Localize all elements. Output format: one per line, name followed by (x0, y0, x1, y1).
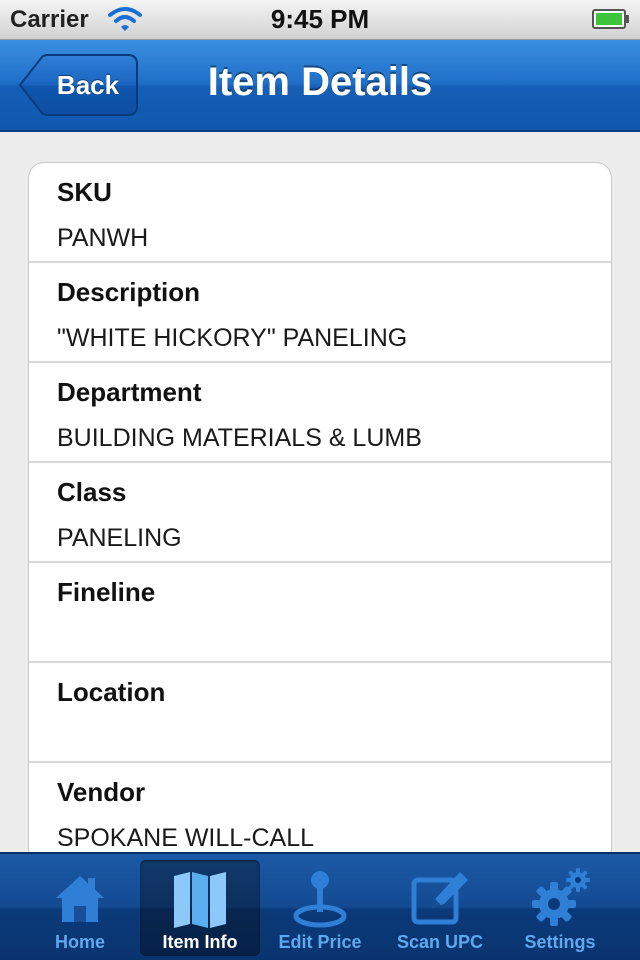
detail-value: SPOKANE WILL-CALL (57, 824, 315, 852)
back-button[interactable]: Back (18, 54, 138, 116)
tab-label: Item Info (162, 932, 238, 952)
detail-row-sku: SKU PANWH (29, 163, 611, 263)
detail-label: Description (57, 277, 201, 307)
detail-value: PANWH (57, 224, 149, 252)
tab-edit-price[interactable]: Edit Price (260, 860, 380, 956)
tab-label: Settings (524, 932, 596, 952)
detail-row-department: Department BUILDING MATERIALS & LUMB (29, 363, 611, 463)
detail-label: Class (57, 477, 127, 507)
tab-label: Edit Price (278, 932, 362, 952)
detail-row-description: Description "WHITE HICKORY" PANELING (29, 263, 611, 363)
status-bar: Carrier 9:45 PM (0, 0, 640, 40)
detail-value: "WHITE HICKORY" PANELING (57, 324, 408, 352)
back-button-label: Back (56, 70, 120, 100)
tab-label: Scan UPC (396, 932, 484, 952)
tab-bar: Home Item Info Edit Price Scan UPC Setti… (0, 852, 640, 960)
detail-label: Department (57, 377, 202, 407)
details-content[interactable]: SKU PANWH Description "WHITE HICKORY" PA… (0, 132, 640, 852)
tab-label: Home (54, 932, 105, 952)
tab-scan-upc[interactable]: Scan UPC (380, 860, 500, 956)
details-card: SKU PANWH Description "WHITE HICKORY" PA… (28, 162, 612, 852)
detail-label: Vendor (57, 777, 146, 807)
tab-item-info[interactable]: Item Info (140, 860, 260, 956)
battery-icon (592, 9, 629, 29)
tab-settings[interactable]: Settings (500, 860, 620, 956)
navigation-bar: Back Item Details (0, 40, 640, 132)
joystick-icon (293, 871, 347, 928)
home-icon (56, 876, 104, 922)
detail-label: Fineline (57, 577, 156, 607)
page-title: Item Details (207, 60, 433, 104)
map-icon (174, 872, 226, 928)
detail-value: BUILDING MATERIALS & LUMB (57, 424, 422, 452)
detail-row-class: Class PANELING (29, 463, 611, 563)
detail-row-fineline: Fineline (29, 563, 611, 663)
tab-home[interactable]: Home (20, 860, 140, 956)
detail-row-vendor: Vendor SPOKANE WILL-CALL (29, 763, 611, 852)
detail-label: Location (57, 677, 166, 707)
gears-icon (532, 868, 590, 926)
detail-row-location: Location (29, 663, 611, 763)
detail-label: SKU (57, 177, 112, 207)
status-time: 9:45 PM (270, 4, 370, 34)
detail-value: PANELING (57, 524, 182, 552)
edit-icon (411, 872, 468, 925)
